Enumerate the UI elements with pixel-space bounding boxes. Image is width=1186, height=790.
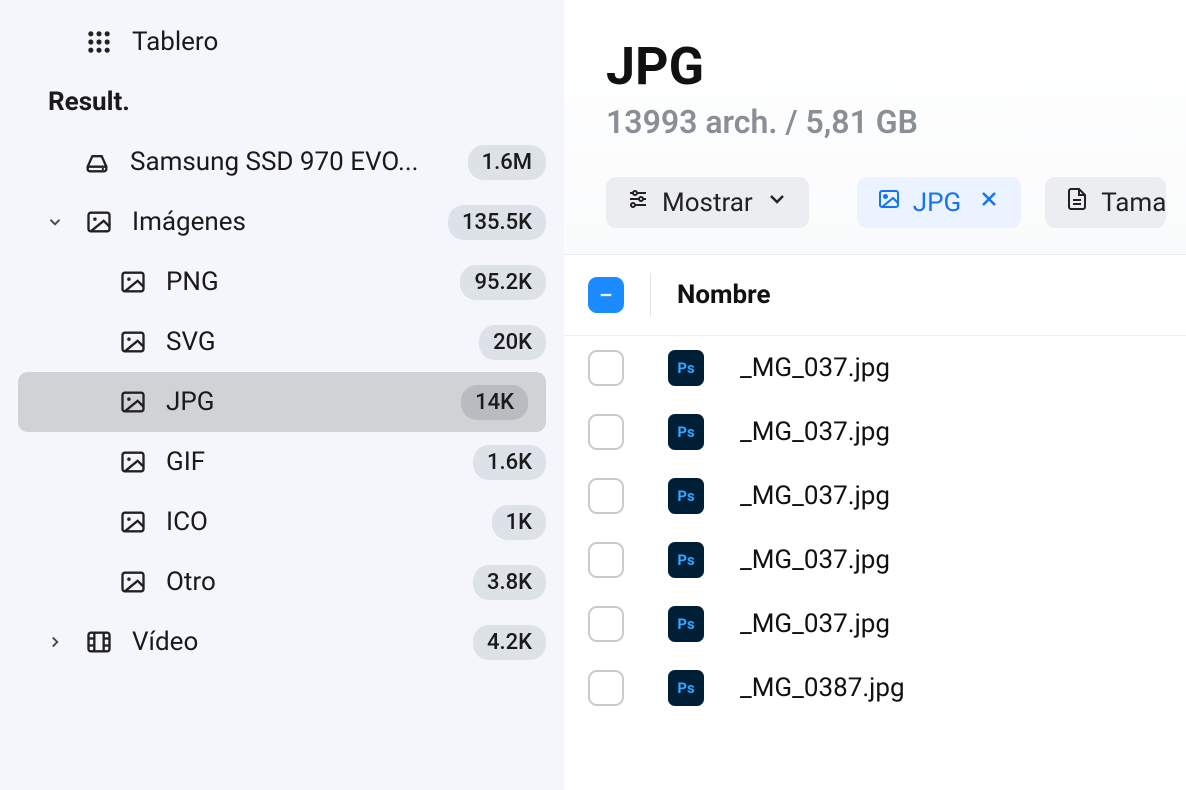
image-icon: [84, 207, 114, 237]
image-icon: [118, 267, 148, 297]
sidebar-item-ico[interactable]: ICO 1K: [0, 492, 564, 552]
chevron-right-icon[interactable]: [44, 633, 66, 651]
file-icon: [1065, 187, 1089, 218]
sidebar-item-video[interactable]: Vídeo 4.2K: [0, 612, 564, 672]
sidebar-item-label: Otro: [166, 567, 455, 597]
close-icon[interactable]: [977, 187, 1001, 218]
toolbar: Mostrar JPG Tama: [606, 177, 1144, 228]
count-badge: 135.5K: [448, 205, 546, 240]
row-checkbox[interactable]: [588, 542, 624, 578]
photoshop-icon: Ps: [668, 670, 704, 706]
sidebar-item-jpg[interactable]: JPG 14K: [18, 372, 546, 432]
table-row[interactable]: Ps _MG_037.jpg: [564, 592, 1186, 656]
main-panel: JPG 13993 arch. / 5,81 GB Mostrar JPG: [564, 0, 1186, 790]
sidebar-item-png[interactable]: PNG 95.2K: [0, 252, 564, 312]
sidebar-item-label: SVG: [166, 327, 461, 357]
photoshop-icon: Ps: [668, 542, 704, 578]
photoshop-icon: Ps: [668, 478, 704, 514]
sidebar-item-label: JPG: [166, 387, 443, 417]
table-row[interactable]: Ps _MG_037.jpg: [564, 464, 1186, 528]
size-chip-label: Tama: [1101, 188, 1166, 218]
select-all-checkbox[interactable]: [588, 277, 624, 313]
sidebar: Tablero Result. Samsung SSD 970 EVO... 1.6M…: [0, 0, 564, 790]
file-name: _MG_037.jpg: [740, 545, 890, 575]
image-icon: [118, 327, 148, 357]
image-icon: [118, 447, 148, 477]
sidebar-item-gif[interactable]: GIF 1.6K: [0, 432, 564, 492]
show-dropdown[interactable]: Mostrar: [606, 177, 809, 228]
file-name: _MG_037.jpg: [740, 609, 890, 639]
filter-chip-label: JPG: [913, 188, 961, 218]
image-icon: [118, 507, 148, 537]
image-icon: [118, 387, 148, 417]
show-label: Mostrar: [662, 188, 753, 218]
row-checkbox[interactable]: [588, 606, 624, 642]
sidebar-item-otro[interactable]: Otro 3.8K: [0, 552, 564, 612]
sidebar-item-label: Samsung SSD 970 EVO...: [130, 147, 450, 177]
sidebar-item-tablero[interactable]: Tablero: [0, 12, 564, 72]
sidebar-item-label: GIF: [166, 447, 455, 477]
file-list: Ps_MG_037.jpgPs_MG_037.jpgPs_MG_037.jpgP…: [564, 336, 1186, 790]
count-badge: 1.6M: [468, 145, 546, 180]
count-badge: 3.8K: [473, 565, 546, 600]
photoshop-icon: Ps: [668, 606, 704, 642]
sidebar-item-ssd[interactable]: Samsung SSD 970 EVO... 1.6M: [0, 132, 564, 192]
table-row[interactable]: Ps _MG_037.jpg: [564, 528, 1186, 592]
sidebar-item-label: ICO: [166, 507, 474, 537]
filter-chip-jpg[interactable]: JPG: [857, 177, 1021, 228]
file-name: _MG_037.jpg: [740, 481, 890, 511]
page-subtitle: 13993 arch. / 5,81 GB: [606, 103, 1144, 141]
photoshop-icon: Ps: [668, 350, 704, 386]
drive-icon: [82, 147, 112, 177]
sidebar-item-label: Vídeo: [132, 627, 455, 657]
chevron-down-icon: [765, 187, 789, 218]
sidebar-item-label: Tablero: [132, 27, 546, 57]
row-checkbox[interactable]: [588, 478, 624, 514]
count-badge: 4.2K: [473, 625, 546, 660]
row-checkbox[interactable]: [588, 350, 624, 386]
column-header-name[interactable]: Nombre: [677, 280, 771, 310]
count-badge: 14K: [461, 385, 528, 420]
photoshop-icon: Ps: [668, 414, 704, 450]
image-icon: [118, 567, 148, 597]
sidebar-item-svg[interactable]: SVG 20K: [0, 312, 564, 372]
sidebar-item-label: Imágenes: [132, 207, 430, 237]
film-icon: [84, 627, 114, 657]
header-divider: [650, 273, 651, 317]
sidebar-item-label: PNG: [166, 267, 442, 297]
table-row[interactable]: Ps _MG_037.jpg: [564, 336, 1186, 400]
main-header: JPG 13993 arch. / 5,81 GB Mostrar JPG: [564, 0, 1186, 255]
page-title: JPG: [606, 36, 1144, 97]
image-icon: [877, 187, 901, 218]
row-checkbox[interactable]: [588, 670, 624, 706]
count-badge: 1.6K: [473, 445, 546, 480]
count-badge: 1K: [492, 505, 546, 540]
count-badge: 20K: [479, 325, 546, 360]
grid-icon: [84, 27, 114, 57]
table-row[interactable]: Ps _MG_0387.jpg: [564, 656, 1186, 720]
table-row[interactable]: Ps _MG_037.jpg: [564, 400, 1186, 464]
chevron-down-icon[interactable]: [44, 213, 66, 231]
sidebar-item-imagenes[interactable]: Imágenes 135.5K: [0, 192, 564, 252]
file-name: _MG_037.jpg: [740, 417, 890, 447]
file-name: _MG_037.jpg: [740, 353, 890, 383]
file-name: _MG_0387.jpg: [740, 673, 905, 703]
table-header: Nombre: [564, 255, 1186, 336]
sliders-icon: [626, 187, 650, 218]
row-checkbox[interactable]: [588, 414, 624, 450]
sidebar-heading: Result.: [0, 72, 564, 132]
size-chip[interactable]: Tama: [1045, 177, 1166, 228]
count-badge: 95.2K: [460, 265, 546, 300]
